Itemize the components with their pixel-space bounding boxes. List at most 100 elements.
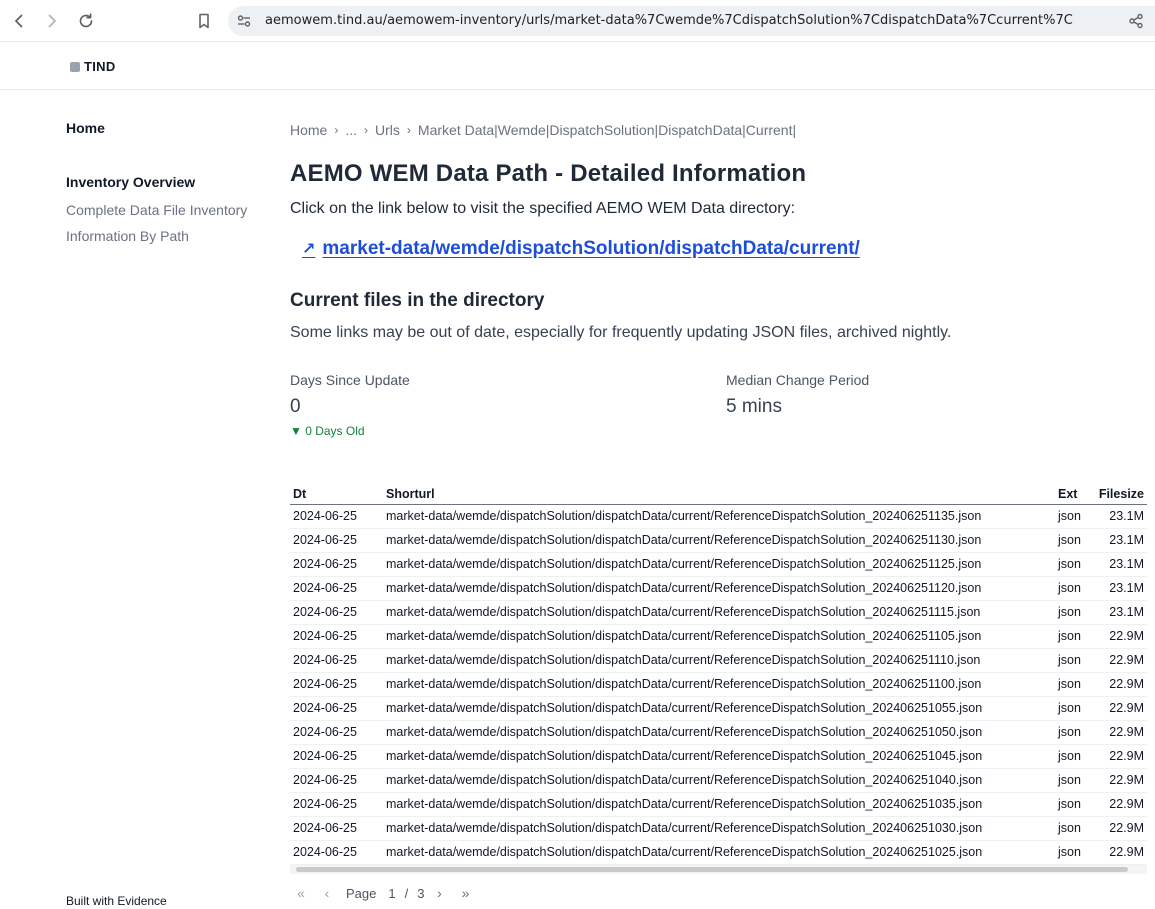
cell-ext: json	[1055, 816, 1095, 841]
url-text[interactable]: aemowem.tind.au/aemowem-inventory/urls/m…	[265, 13, 1073, 28]
cell-shorturl[interactable]: market-data/wemde/dispatchSolution/dispa…	[383, 816, 1055, 841]
browser-toolbar: aemowem.tind.au/aemowem-inventory/urls/m…	[0, 0, 1155, 42]
prev-page-icon[interactable]: ‹	[316, 884, 338, 902]
site-logo[interactable]: TIND	[70, 59, 116, 74]
cell-dt: 2024-06-25	[290, 648, 383, 673]
cell-filesize: 22.9M	[1095, 792, 1147, 817]
reload-icon[interactable]	[74, 9, 98, 33]
last-page-icon[interactable]: »	[454, 884, 476, 902]
cell-filesize: 22.9M	[1095, 624, 1147, 649]
table-row[interactable]: 2024-06-25 market-data/wemde/dispatchSolu…	[290, 720, 1147, 745]
cell-ext: json	[1055, 576, 1095, 601]
table-row[interactable]: 2024-06-25 market-data/wemde/dispatchSolu…	[290, 624, 1147, 649]
site-header: TIND	[0, 43, 1155, 90]
chevron-right-icon: ›	[406, 123, 411, 137]
table-row[interactable]: 2024-06-25 market-data/wemde/dispatchSolu…	[290, 744, 1147, 769]
stat-label: Median Change Period	[726, 372, 870, 388]
directory-link-label[interactable]: market-data/wemde/dispatchSolution/dispa…	[322, 238, 859, 260]
table-row[interactable]: 2024-06-25 market-data/wemde/dispatchSolu…	[290, 504, 1147, 529]
table-row[interactable]: 2024-06-25 market-data/wemde/dispatchSolu…	[290, 696, 1147, 721]
cell-shorturl[interactable]: market-data/wemde/dispatchSolution/dispa…	[383, 648, 1055, 673]
cell-ext: json	[1055, 720, 1095, 745]
cell-filesize: 22.9M	[1095, 744, 1147, 769]
cell-shorturl[interactable]: market-data/wemde/dispatchSolution/dispa…	[383, 504, 1055, 529]
cell-shorturl[interactable]: market-data/wemde/dispatchSolution/dispa…	[383, 720, 1055, 745]
column-header-ext[interactable]: Ext	[1055, 484, 1095, 505]
cell-filesize: 23.1M	[1095, 552, 1147, 577]
back-arrow-icon[interactable]	[7, 9, 31, 33]
table-row[interactable]: 2024-06-25 market-data/wemde/dispatchSolu…	[290, 648, 1147, 673]
cell-ext: json	[1055, 624, 1095, 649]
share-icon[interactable]	[1128, 13, 1144, 29]
table-row[interactable]: 2024-06-25 market-data/wemde/dispatchSolu…	[290, 552, 1147, 577]
cell-filesize: 22.9M	[1095, 768, 1147, 793]
table-row[interactable]: 2024-06-25 market-data/wemde/dispatchSolu…	[290, 672, 1147, 697]
next-page-icon[interactable]: ›	[428, 884, 450, 902]
sidebar-item-information-by-path[interactable]: Information By Path	[66, 228, 276, 244]
cell-dt: 2024-06-25	[290, 744, 383, 769]
page-separator: /	[404, 885, 409, 901]
bookmark-icon[interactable]	[192, 9, 216, 33]
cell-dt: 2024-06-25	[290, 768, 383, 793]
cell-shorturl[interactable]: market-data/wemde/dispatchSolution/dispa…	[383, 624, 1055, 649]
cell-shorturl[interactable]: market-data/wemde/dispatchSolution/dispa…	[383, 528, 1055, 553]
breadcrumb-urls[interactable]: Urls	[375, 122, 400, 138]
cell-filesize: 22.9M	[1095, 840, 1147, 865]
cell-filesize: 22.9M	[1095, 648, 1147, 673]
stat-value: 0	[290, 396, 301, 417]
cell-shorturl[interactable]: market-data/wemde/dispatchSolution/dispa…	[383, 744, 1055, 769]
cell-filesize: 23.1M	[1095, 504, 1147, 529]
table-row[interactable]: 2024-06-25 market-data/wemde/dispatchSolu…	[290, 792, 1147, 817]
cell-dt: 2024-06-25	[290, 528, 383, 553]
forward-arrow-icon[interactable]	[40, 9, 64, 33]
cell-dt: 2024-06-25	[290, 576, 383, 601]
address-bar[interactable]: aemowem.tind.au/aemowem-inventory/urls/m…	[228, 6, 1155, 36]
cell-shorturl[interactable]: market-data/wemde/dispatchSolution/dispa…	[383, 600, 1055, 625]
section-note: Some links may be out of date, especiall…	[290, 324, 952, 341]
sidebar-item-home[interactable]: Home	[66, 120, 276, 136]
cell-ext: json	[1055, 840, 1095, 865]
site-settings-icon[interactable]	[236, 13, 252, 29]
cell-dt: 2024-06-25	[290, 792, 383, 817]
breadcrumb-ellipsis[interactable]: ...	[345, 122, 357, 138]
cell-ext: json	[1055, 744, 1095, 769]
column-header-dt[interactable]: Dt	[290, 484, 383, 505]
cell-filesize: 23.1M	[1095, 600, 1147, 625]
sidebar-section-inventory-overview[interactable]: Inventory Overview	[66, 174, 276, 190]
table-header-row: Dt Shorturl Ext Filesize	[290, 484, 1147, 505]
cell-ext: json	[1055, 696, 1095, 721]
breadcrumb-home[interactable]: Home	[290, 122, 327, 138]
cell-dt: 2024-06-25	[290, 600, 383, 625]
current-page-input[interactable]: 1	[388, 886, 395, 901]
cell-shorturl[interactable]: market-data/wemde/dispatchSolution/dispa…	[383, 768, 1055, 793]
cell-shorturl[interactable]: market-data/wemde/dispatchSolution/dispa…	[383, 792, 1055, 817]
cell-filesize: 23.1M	[1095, 528, 1147, 553]
cell-shorturl[interactable]: market-data/wemde/dispatchSolution/dispa…	[383, 576, 1055, 601]
sidebar-item-complete-inventory[interactable]: Complete Data File Inventory	[66, 202, 276, 218]
column-header-shorturl[interactable]: Shorturl	[383, 484, 1055, 505]
table-row[interactable]: 2024-06-25 market-data/wemde/dispatchSolu…	[290, 576, 1147, 601]
cell-shorturl[interactable]: market-data/wemde/dispatchSolution/dispa…	[383, 552, 1055, 577]
files-table: Dt Shorturl Ext Filesize 2024-06-25 marke…	[290, 484, 1147, 865]
cell-dt: 2024-06-25	[290, 552, 383, 577]
main-content: Home › ... › Urls › Market Data|Wemde|Di…	[290, 122, 1150, 438]
first-page-icon[interactable]: «	[290, 884, 312, 902]
directory-link[interactable]: ↗ market-data/wemde/dispatchSolution/dis…	[302, 238, 1150, 260]
table-row[interactable]: 2024-06-25 market-data/wemde/dispatchSolu…	[290, 528, 1147, 553]
total-pages: 3	[417, 885, 425, 901]
breadcrumb-current[interactable]: Market Data|Wemde|DispatchSolution|Dispa…	[418, 122, 796, 138]
cell-filesize: 22.9M	[1095, 672, 1147, 697]
cell-shorturl[interactable]: market-data/wemde/dispatchSolution/dispa…	[383, 840, 1055, 865]
table-row[interactable]: 2024-06-25 market-data/wemde/dispatchSolu…	[290, 840, 1147, 865]
table-row[interactable]: 2024-06-25 market-data/wemde/dispatchSolu…	[290, 600, 1147, 625]
table-row[interactable]: 2024-06-25 market-data/wemde/dispatchSolu…	[290, 768, 1147, 793]
column-header-filesize[interactable]: Filesize	[1095, 484, 1147, 505]
cell-filesize: 23.1M	[1095, 576, 1147, 601]
built-with-footer[interactable]: Built with Evidence	[66, 894, 167, 908]
stats-row: Days Since Update 0 ▼ 0 Days Old Median …	[290, 372, 1150, 438]
horizontal-scrollbar-thumb[interactable]	[296, 867, 1128, 872]
cell-shorturl[interactable]: market-data/wemde/dispatchSolution/dispa…	[383, 696, 1055, 721]
cell-ext: json	[1055, 768, 1095, 793]
cell-shorturl[interactable]: market-data/wemde/dispatchSolution/dispa…	[383, 672, 1055, 697]
table-row[interactable]: 2024-06-25 market-data/wemde/dispatchSolu…	[290, 816, 1147, 841]
